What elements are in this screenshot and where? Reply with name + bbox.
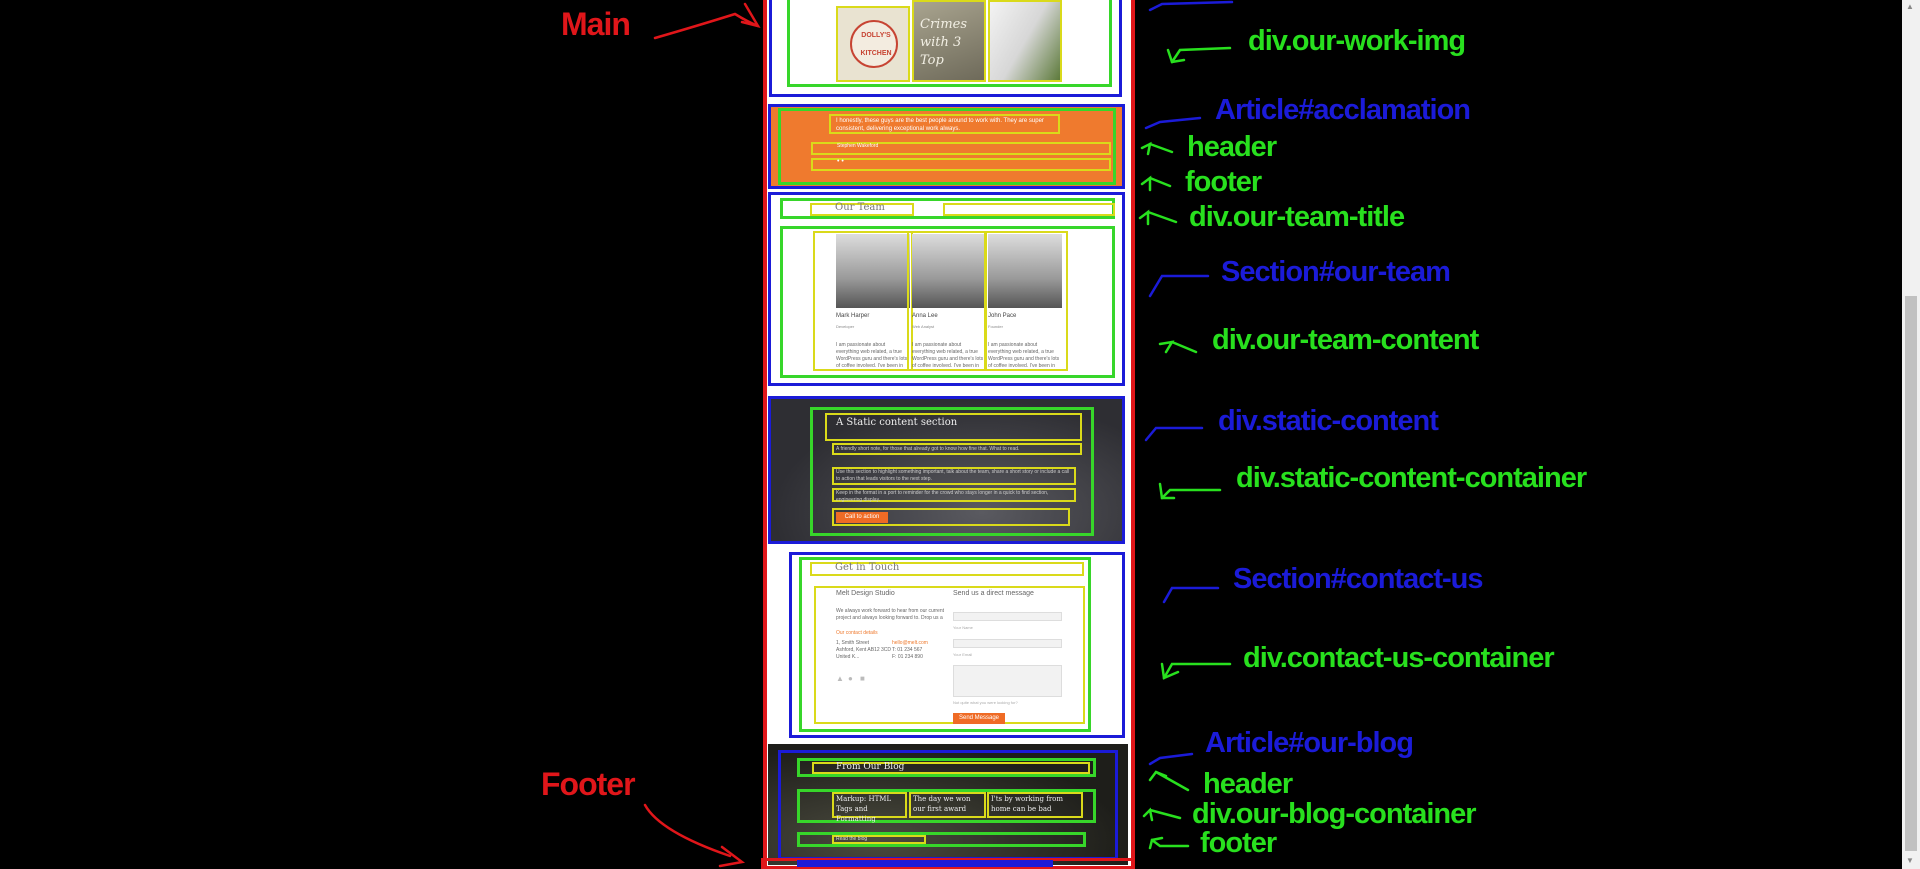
- acclamation-arrow: [1144, 116, 1202, 130]
- blog-container-head: [1142, 807, 1154, 822]
- acclamation-footer-arrow: [1148, 176, 1172, 188]
- team-title-head: [1138, 209, 1150, 226]
- acclamation-header-arrow: [1148, 142, 1174, 154]
- top-blue-arrow: [1148, 0, 1234, 12]
- blog-footer-arrow: [1150, 838, 1190, 848]
- team-content-head: [1158, 340, 1175, 354]
- blog-container-arrow: [1148, 808, 1182, 820]
- scrollbar-thumb[interactable]: [1905, 296, 1917, 851]
- scroll-up-icon[interactable]: ▲: [1906, 2, 1914, 11]
- contact-us-arrow: [1162, 586, 1220, 604]
- annotation-arrows: [643, 0, 1234, 868]
- blog-arrow: [1148, 752, 1194, 766]
- footer-arrow: [643, 803, 732, 858]
- scroll-down-icon[interactable]: ▼: [1906, 856, 1914, 865]
- main-arrow: [653, 12, 760, 40]
- acclamation-header-head: [1140, 141, 1152, 156]
- team-title-arrow: [1146, 210, 1178, 224]
- acclamation-footer-head: [1140, 175, 1152, 192]
- team-content-arrow: [1170, 340, 1198, 354]
- contact-container-arrow: [1162, 662, 1232, 680]
- static-content-arrow: [1144, 426, 1204, 442]
- blog-header-head: [1148, 770, 1168, 782]
- team-section-arrow: [1148, 274, 1210, 298]
